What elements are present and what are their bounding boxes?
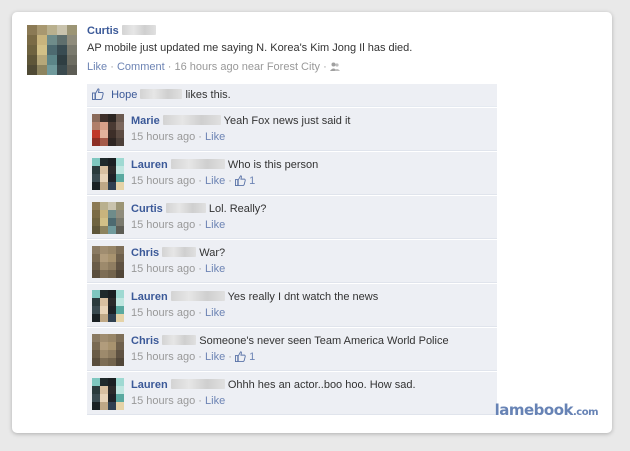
pixelated-avatar-image: [92, 334, 124, 366]
comment-like-count[interactable]: 1: [249, 351, 255, 363]
comment-author-name[interactable]: Lauren: [131, 291, 168, 303]
separator-dot: ·: [110, 61, 114, 73]
separator-dot: ·: [323, 61, 327, 73]
separator-dot: ·: [198, 263, 202, 275]
comment-item: Marie Yeah Fox news just said it 15 hour…: [87, 108, 497, 151]
blurred-surname: [170, 291, 225, 301]
post-comment-link[interactable]: Comment: [117, 61, 165, 73]
blurred-surname: [140, 89, 183, 99]
comment-item: Lauren Yes really I dnt watch the news 1…: [87, 284, 497, 327]
separator-dot: ·: [198, 395, 202, 407]
comment-text: Yeah Fox news just said it: [223, 115, 351, 127]
post-meta: Like · Comment · 16 hours ago near Fores…: [87, 60, 597, 74]
likes-row: Hope likes this.: [87, 84, 497, 107]
blurred-surname: [162, 335, 197, 345]
comment-like-link[interactable]: Like: [205, 263, 225, 275]
post-card: Curtis AP mobile just updated me saying …: [12, 12, 612, 433]
post-author-name[interactable]: Curtis: [87, 25, 119, 37]
comment-item: Chris War? 15 hours ago · Like: [87, 240, 497, 283]
post-like-link[interactable]: Like: [87, 61, 107, 73]
separator-dot: ·: [198, 131, 202, 143]
commenter-avatar[interactable]: [92, 246, 124, 278]
separator-dot: ·: [167, 61, 172, 73]
comment-like-link[interactable]: Like: [205, 395, 225, 407]
watermark-brand: lamebook: [494, 401, 574, 419]
author-avatar[interactable]: [27, 25, 77, 75]
comment-author-name[interactable]: Lauren: [131, 159, 168, 171]
comment-time[interactable]: 15 hours ago: [131, 175, 195, 187]
comment-text: Ohhh hes an actor..boo hoo. How sad.: [227, 379, 416, 391]
blurred-surname: [121, 25, 156, 35]
blurred-surname: [162, 247, 197, 257]
separator-dot: ·: [228, 175, 232, 187]
comment-item: Chris Someone's never seen Team America …: [87, 328, 497, 371]
pixelated-avatar-image: [92, 158, 124, 190]
comment-text: Lol. Really?: [208, 203, 267, 215]
comment-like-link[interactable]: Like: [205, 351, 225, 363]
like-count-thumb-icon[interactable]: [235, 351, 246, 362]
blurred-surname: [162, 115, 221, 125]
comment-time[interactable]: 15 hours ago: [131, 307, 195, 319]
separator-dot: ·: [198, 351, 202, 363]
liker-name[interactable]: Hope: [111, 89, 137, 101]
separator-dot: ·: [198, 219, 202, 231]
pixelated-avatar-image: [92, 202, 124, 234]
comment-author-name[interactable]: Chris: [131, 335, 159, 347]
comment-time[interactable]: 15 hours ago: [131, 263, 195, 275]
comment-author-name[interactable]: Marie: [131, 115, 160, 127]
commenter-avatar[interactable]: [92, 378, 124, 410]
commenter-avatar[interactable]: [92, 114, 124, 146]
commenter-avatar[interactable]: [92, 290, 124, 322]
post-header: Curtis AP mobile just updated me saying …: [87, 25, 597, 74]
post-text: AP mobile just updated me saying N. Kore…: [87, 42, 413, 54]
blurred-surname: [170, 379, 225, 389]
commenter-avatar[interactable]: [92, 158, 124, 190]
blurred-surname: [170, 159, 225, 169]
commenter-avatar[interactable]: [92, 334, 124, 366]
lamebook-watermark: lamebook.com: [494, 401, 599, 419]
comment-time[interactable]: 15 hours ago: [131, 351, 195, 363]
post-time[interactable]: 16 hours ago: [174, 61, 238, 73]
comment-author-name[interactable]: Chris: [131, 247, 159, 259]
pixelated-avatar-image: [92, 114, 124, 146]
comment-item: Curtis Lol. Really? 15 hours ago · Like: [87, 196, 497, 239]
separator-dot: ·: [198, 307, 202, 319]
comment-item: Lauren Who is this person 15 hours ago ·…: [87, 152, 497, 195]
likes-suffix: likes this.: [185, 89, 231, 101]
comment-text: War?: [199, 247, 226, 259]
comment-like-link[interactable]: Like: [205, 219, 225, 231]
comment-time[interactable]: 15 hours ago: [131, 219, 195, 231]
like-thumb-icon: [92, 86, 104, 100]
pixelated-avatar-image: [27, 25, 77, 75]
comment-like-link[interactable]: Like: [205, 307, 225, 319]
pixelated-avatar-image: [92, 246, 124, 278]
friends-privacy-icon[interactable]: [329, 61, 340, 71]
post-location[interactable]: near Forest City: [242, 61, 320, 73]
pixelated-avatar-image: [92, 378, 124, 410]
blurred-surname: [165, 203, 206, 213]
comment-author-name[interactable]: Curtis: [131, 203, 163, 215]
pixelated-avatar-image: [92, 290, 124, 322]
comment-time[interactable]: 15 hours ago: [131, 131, 195, 143]
comment-like-link[interactable]: Like: [205, 131, 225, 143]
separator-dot: ·: [228, 351, 232, 363]
separator-dot: ·: [198, 175, 202, 187]
comment-author-name[interactable]: Lauren: [131, 379, 168, 391]
comment-time[interactable]: 15 hours ago: [131, 395, 195, 407]
feedback-box: Hope likes this. Marie Yeah Fox news jus…: [87, 84, 497, 415]
watermark-tld: .com: [572, 407, 599, 418]
comment-item: Lauren Ohhh hes an actor..boo hoo. How s…: [87, 372, 497, 415]
comment-text: Yes really I dnt watch the news: [227, 291, 379, 303]
commenter-avatar[interactable]: [92, 202, 124, 234]
comment-like-link[interactable]: Like: [205, 175, 225, 187]
like-count-thumb-icon[interactable]: [235, 175, 246, 186]
comment-text: Who is this person: [227, 159, 319, 171]
comment-like-count[interactable]: 1: [249, 175, 255, 187]
comment-text: Someone's never seen Team America World …: [199, 335, 449, 347]
